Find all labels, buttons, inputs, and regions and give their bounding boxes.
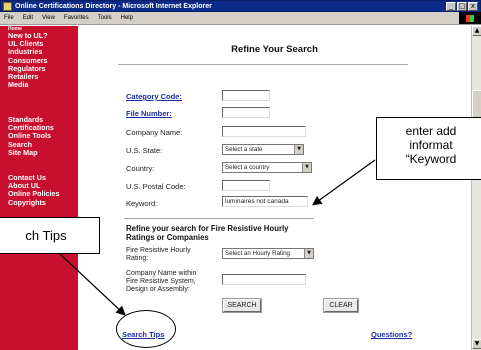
nav-group-main: Home New to UL? UL Clients Industries Co… bbox=[8, 27, 48, 89]
nav-group-about: Contact Us About UL Online Policies Copy… bbox=[8, 173, 60, 207]
state-select-value: Select a state bbox=[225, 146, 263, 153]
minimize-button[interactable]: _ bbox=[446, 2, 456, 11]
hourly-rating-select-value: Select an Hourly Rating bbox=[225, 250, 291, 257]
window-titlebar: Online Certifications Directory - Micros… bbox=[0, 0, 481, 12]
chevron-down-icon: ▼ bbox=[304, 249, 313, 258]
clear-button[interactable]: CLEAR bbox=[323, 298, 359, 313]
page-title: Refine Your Search bbox=[231, 44, 318, 55]
close-button[interactable]: x bbox=[468, 2, 478, 11]
company-name-input[interactable] bbox=[222, 126, 306, 137]
chevron-down-icon: ▼ bbox=[294, 145, 303, 154]
country-select[interactable]: Select a country ▼ bbox=[222, 162, 312, 173]
category-code-input[interactable] bbox=[222, 90, 270, 101]
keyword-input[interactable]: luminaires not canada bbox=[222, 196, 308, 207]
questions-link[interactable]: Questions? bbox=[371, 330, 412, 339]
file-number-link[interactable]: File Number: bbox=[126, 109, 172, 118]
state-select[interactable]: Select a state ▼ bbox=[222, 144, 304, 155]
category-code-link[interactable]: Category Code: bbox=[126, 92, 182, 101]
callout-line-2: informat bbox=[409, 138, 453, 152]
divider bbox=[124, 218, 314, 219]
refine-section-title-1: Refine your search for Fire Resistive Ho… bbox=[126, 224, 289, 233]
menu-favorites[interactable]: Favorites bbox=[64, 15, 89, 21]
highlight-ellipse bbox=[116, 310, 176, 348]
menu-file[interactable]: File bbox=[4, 15, 14, 21]
keyword-label: Keyword: bbox=[126, 199, 158, 208]
nav-copyrights[interactable]: Copyrights bbox=[8, 198, 60, 207]
ie-icon bbox=[3, 1, 12, 11]
refine-section-title-2: Ratings or Companies bbox=[126, 233, 209, 242]
chevron-down-icon: ▼ bbox=[302, 163, 311, 172]
left-navigation: Home New to UL? UL Clients Industries Co… bbox=[0, 26, 78, 350]
callout-line-1: enter add bbox=[405, 124, 457, 138]
scroll-down-icon[interactable]: ▼ bbox=[472, 339, 481, 349]
menu-edit[interactable]: Edit bbox=[23, 15, 33, 21]
search-tips-callout: ch Tips bbox=[0, 217, 100, 254]
hourly-rating-select[interactable]: Select an Hourly Rating ▼ bbox=[222, 248, 314, 259]
maximize-button[interactable]: □ bbox=[457, 2, 467, 11]
company-within-label-3: Design or Assembly: bbox=[126, 286, 190, 293]
hourly-rating-label-2: Rating: bbox=[126, 255, 149, 262]
nav-site-map[interactable]: Site Map bbox=[8, 148, 54, 157]
nav-group-tools: Standards Certifications Online Tools Se… bbox=[8, 115, 54, 157]
us-state-label: U.S. State: bbox=[126, 146, 163, 155]
window-controls: _ □ x bbox=[446, 2, 478, 11]
callout-line-3: “Keyword bbox=[405, 152, 457, 166]
search-button[interactable]: SEARCH bbox=[222, 298, 262, 313]
postal-code-label: U.S. Postal Code: bbox=[126, 182, 186, 191]
divider bbox=[118, 64, 408, 65]
menu-tools[interactable]: Tools bbox=[98, 15, 112, 21]
postal-code-input[interactable] bbox=[222, 180, 270, 191]
windows-logo-icon bbox=[459, 12, 481, 24]
menu-view[interactable]: View bbox=[42, 15, 55, 21]
keyword-callout: enter add informat “Keyword bbox=[376, 117, 481, 180]
nav-media[interactable]: Media bbox=[8, 81, 48, 89]
menu-help[interactable]: Help bbox=[121, 15, 133, 21]
country-label: Country: bbox=[126, 164, 155, 173]
file-number-input[interactable] bbox=[222, 107, 270, 118]
main-content: Refine Your Search Category Code: File N… bbox=[78, 26, 471, 350]
callout-text: ch Tips bbox=[25, 228, 67, 243]
window-title: Online Certifications Directory - Micros… bbox=[15, 2, 212, 10]
company-name-label: Company Name: bbox=[126, 128, 183, 137]
scroll-up-icon[interactable]: ▲ bbox=[472, 26, 481, 36]
country-select-value: Select a country bbox=[225, 164, 270, 171]
menu-bar: File Edit View Favorites Tools Help bbox=[0, 12, 481, 25]
vertical-scrollbar[interactable]: ▲ ▼ bbox=[471, 26, 481, 350]
company-within-input[interactable] bbox=[222, 274, 306, 285]
